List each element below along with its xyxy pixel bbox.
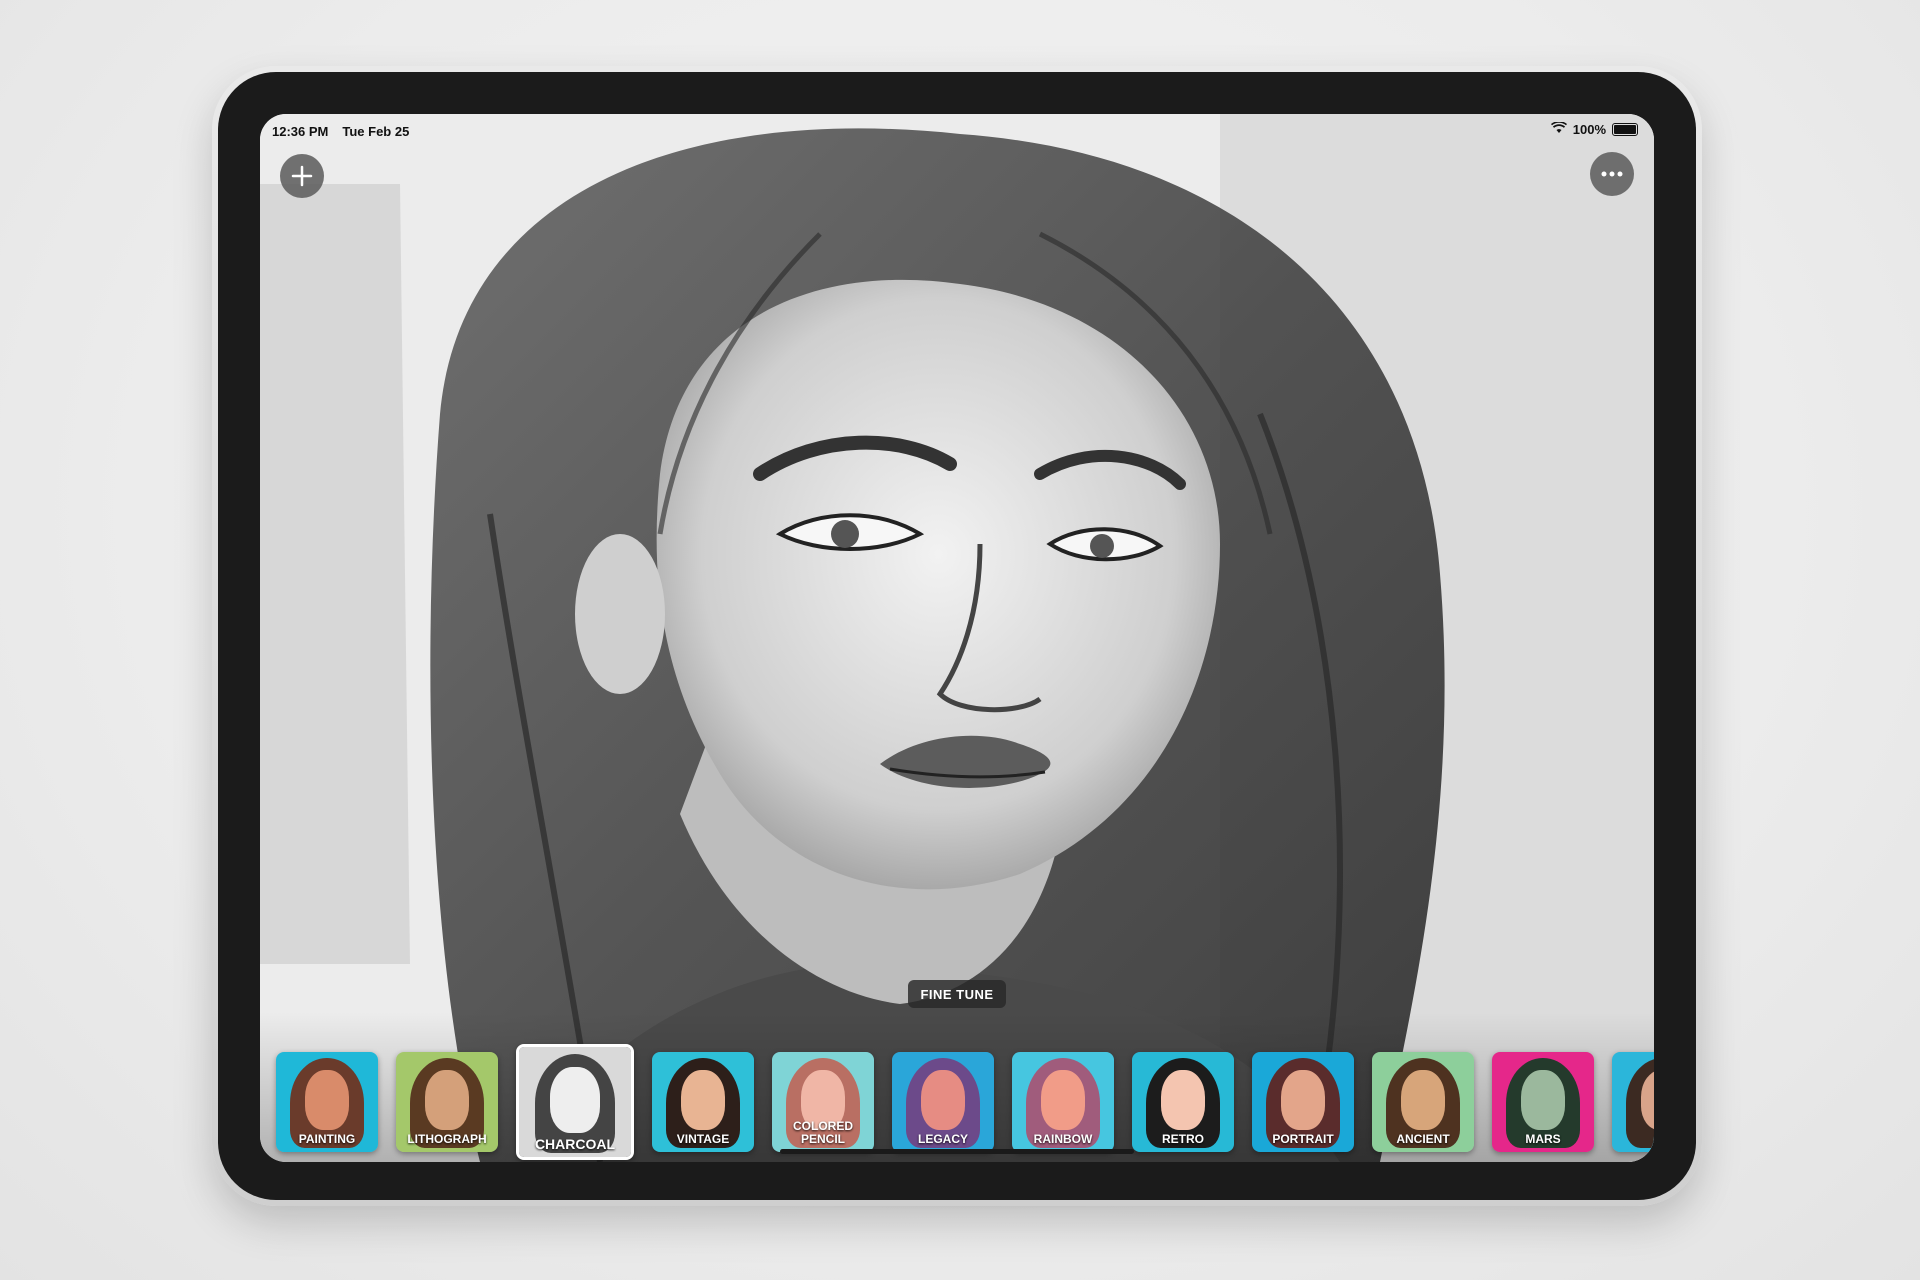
filter-rainbow[interactable]: RAINBOW — [1012, 1052, 1114, 1152]
app-screen: 12:36 PM Tue Feb 25 100% FINE TUNE PAINT… — [260, 114, 1654, 1162]
wifi-icon — [1550, 121, 1567, 137]
battery-percent: 100% — [1572, 122, 1606, 137]
thumbnail-face — [424, 1070, 470, 1130]
filter-label: COLORED PENCIL — [793, 1119, 853, 1146]
filter-ancient[interactable]: ANCIENT — [1372, 1052, 1474, 1152]
filter-label: LEGACY — [917, 1132, 968, 1146]
filter-retro[interactable]: RETRO — [1132, 1052, 1234, 1152]
thumbnail-face — [1400, 1070, 1446, 1130]
home-indicator[interactable] — [780, 1149, 1134, 1154]
thumbnail-face — [304, 1070, 350, 1130]
filter-label: PORTRAIT — [1272, 1132, 1334, 1146]
filter-strip[interactable]: PAINTING LITHOGRAPH CHARCOAL VINTAGE COLORED… — [260, 1012, 1654, 1162]
thumbnail-face — [1040, 1070, 1086, 1130]
filter-painting[interactable]: PAINTING — [276, 1052, 378, 1152]
thumbnail-face — [550, 1066, 600, 1133]
filter-portrait[interactable]: PORTRAIT — [1252, 1052, 1354, 1152]
filter-lithograph[interactable]: LITHOGRAPH — [396, 1052, 498, 1152]
filter-label: ANCIENT — [1396, 1132, 1450, 1146]
filter-charcoal[interactable]: CHARCOAL — [516, 1044, 634, 1160]
thumbnail-face — [1280, 1070, 1326, 1130]
filter-vintage[interactable]: VINTAGE — [652, 1052, 754, 1152]
filter-label: RETRO — [1162, 1132, 1204, 1146]
thumbnail-face — [920, 1070, 966, 1130]
status-bar: 12:36 PM Tue Feb 25 100% — [260, 114, 1654, 146]
filter-nc[interactable]: NC — [1612, 1052, 1654, 1152]
filter-mars[interactable]: MARS — [1492, 1052, 1594, 1152]
add-photo-button[interactable] — [280, 154, 324, 198]
filter-legacy[interactable]: LEGACY — [892, 1052, 994, 1152]
filter-label: CHARCOAL — [534, 1136, 616, 1152]
filter-label: VINTAGE — [676, 1132, 730, 1146]
filter-colored-pencil[interactable]: COLORED PENCIL — [772, 1052, 874, 1152]
thumbnail-face — [1520, 1070, 1566, 1130]
ellipsis-icon — [1601, 171, 1623, 177]
filter-label: PAINTING — [298, 1132, 356, 1146]
more-options-button[interactable] — [1590, 152, 1634, 196]
filter-label: MARS — [1525, 1132, 1561, 1146]
fine-tune-button[interactable]: FINE TUNE — [908, 980, 1006, 1008]
battery-icon — [1612, 123, 1638, 136]
filter-label: NC — [1612, 1133, 1654, 1146]
filter-label: RAINBOW — [1033, 1132, 1093, 1146]
tablet-bezel: 12:36 PM Tue Feb 25 100% FINE TUNE PAINT… — [218, 72, 1696, 1200]
plus-icon — [291, 165, 313, 187]
tablet-device: 12:36 PM Tue Feb 25 100% FINE TUNE PAINT… — [212, 66, 1702, 1206]
thumbnail-face — [1160, 1070, 1206, 1130]
thumbnail-face — [680, 1070, 726, 1130]
filter-label: LITHOGRAPH — [407, 1132, 487, 1146]
status-date: Tue Feb 25 — [342, 124, 410, 139]
status-time: 12:36 PM — [272, 124, 329, 139]
